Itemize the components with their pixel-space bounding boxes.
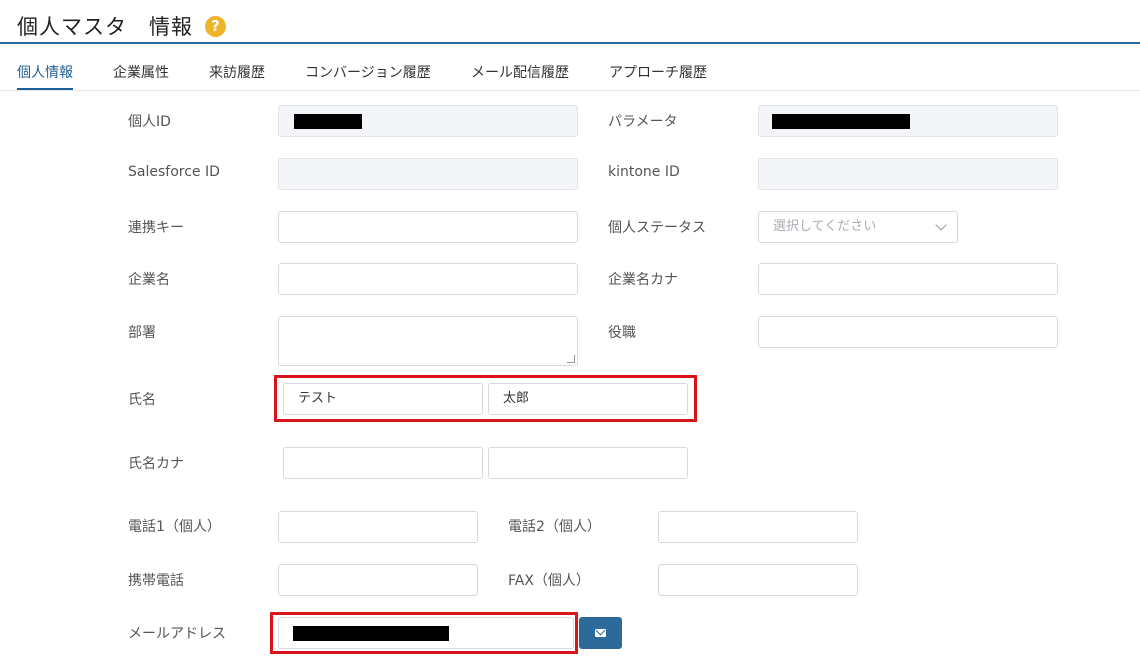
page-header: 個人マスタ 情報 ? bbox=[0, 0, 1140, 44]
company-name-label: 企業名 bbox=[128, 272, 170, 288]
salesforce-id-label: Salesforce ID bbox=[128, 164, 220, 180]
department-label: 部署 bbox=[128, 325, 156, 341]
phone2-label: 電話2（個人） bbox=[508, 519, 601, 535]
company-name-input[interactable] bbox=[278, 263, 578, 295]
mobile-label: 携帯電話 bbox=[128, 573, 184, 589]
position-label: 役職 bbox=[608, 325, 636, 341]
phone1-label: 電話1（個人） bbox=[128, 519, 221, 535]
tab-visit-history[interactable]: 来訪履歴 bbox=[209, 62, 265, 82]
first-name-kana-input[interactable] bbox=[488, 447, 688, 479]
send-mail-button[interactable] bbox=[579, 617, 622, 649]
personal-status-label: 個人ステータス bbox=[608, 220, 706, 236]
personal-id-label: 個人ID bbox=[128, 114, 171, 130]
link-key-label: 連携キー bbox=[128, 220, 184, 236]
email-input[interactable] bbox=[278, 617, 574, 649]
last-name-kana-input[interactable] bbox=[283, 447, 483, 479]
parameter-field bbox=[758, 105, 1058, 137]
last-name-input[interactable]: テスト bbox=[283, 383, 483, 415]
company-kana-input[interactable] bbox=[758, 263, 1058, 295]
personal-status-placeholder: 選択してください bbox=[773, 219, 877, 234]
tab-personal-info[interactable]: 個人情報 bbox=[17, 62, 73, 82]
tab-conversion-history[interactable]: コンバージョン履歴 bbox=[305, 62, 431, 82]
mobile-input[interactable] bbox=[278, 564, 478, 596]
personal-status-select[interactable]: 選択してください bbox=[758, 211, 958, 243]
parameter-label: パラメータ bbox=[608, 114, 678, 130]
active-tab-indicator bbox=[17, 88, 73, 90]
question-circle-icon[interactable]: ? bbox=[205, 16, 226, 37]
page-title: 個人マスタ 情報 bbox=[17, 15, 193, 39]
tab-approach-history[interactable]: アプローチ履歴 bbox=[609, 62, 707, 82]
department-textarea[interactable] bbox=[278, 316, 578, 366]
redacted-value bbox=[294, 114, 362, 129]
tab-bar: 個人情報 企業属性 来訪履歴 コンバージョン履歴 メール配信履歴 アプローチ履歴 bbox=[0, 50, 1140, 91]
redacted-value bbox=[772, 114, 910, 129]
envelope-icon bbox=[595, 629, 606, 637]
tab-company-attributes[interactable]: 企業属性 bbox=[113, 62, 169, 82]
phone2-input[interactable] bbox=[658, 511, 858, 543]
fax-label: FAX（個人） bbox=[508, 573, 590, 589]
email-label: メールアドレス bbox=[128, 626, 226, 642]
phone1-input[interactable] bbox=[278, 511, 478, 543]
link-key-input[interactable] bbox=[278, 211, 578, 243]
resize-grip-icon[interactable] bbox=[567, 355, 575, 363]
salesforce-id-field bbox=[278, 158, 578, 190]
first-name-input[interactable]: 太郎 bbox=[488, 383, 688, 415]
tab-mail-history[interactable]: メール配信履歴 bbox=[471, 62, 569, 82]
fax-input[interactable] bbox=[658, 564, 858, 596]
name-kana-label: 氏名カナ bbox=[128, 456, 184, 472]
redacted-value bbox=[293, 626, 449, 641]
chevron-down-icon bbox=[935, 219, 947, 231]
company-kana-label: 企業名カナ bbox=[608, 272, 678, 288]
kintone-id-field bbox=[758, 158, 1058, 190]
personal-id-field bbox=[278, 105, 578, 137]
kintone-id-label: kintone ID bbox=[608, 164, 680, 180]
position-input[interactable] bbox=[758, 316, 1058, 348]
full-name-label: 氏名 bbox=[128, 392, 156, 408]
